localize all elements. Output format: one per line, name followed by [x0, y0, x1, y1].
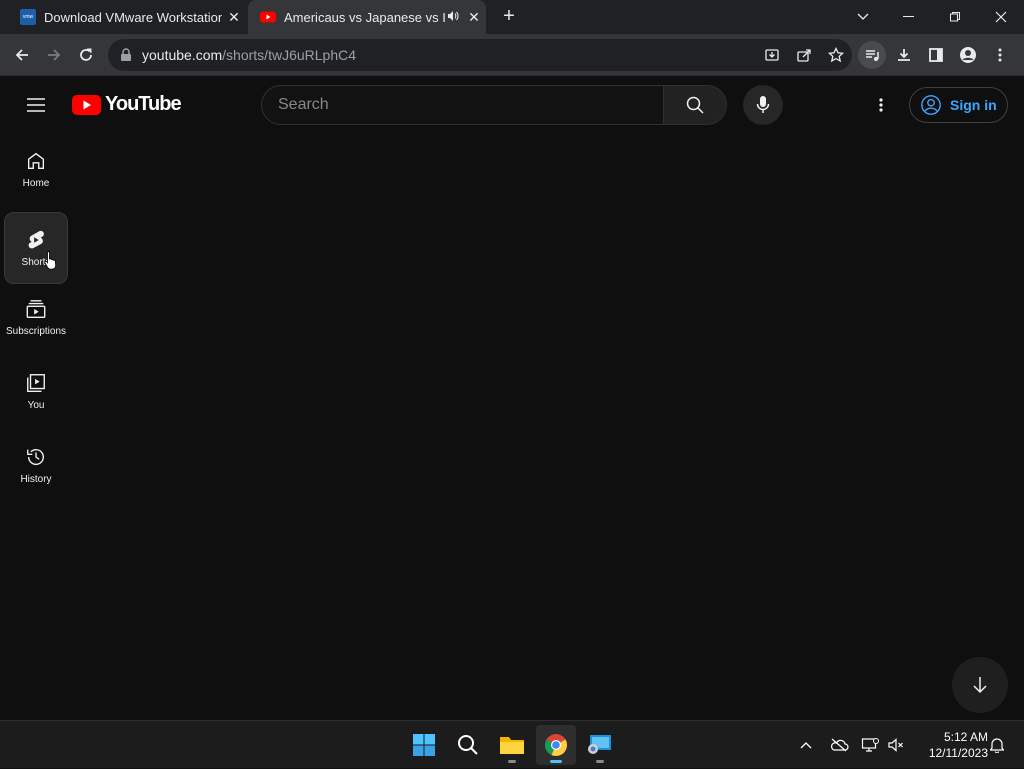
next-short-button[interactable] [952, 657, 1008, 713]
guide-item-subscriptions[interactable]: Subscriptions [4, 281, 68, 353]
guide-label: Subscriptions [5, 325, 67, 337]
chevron-up-icon [800, 742, 812, 749]
close-tab-icon[interactable]: ✕ [462, 9, 486, 26]
remote-desktop-button[interactable] [580, 725, 620, 765]
network-icon[interactable] [858, 721, 882, 769]
chrome-icon [545, 734, 567, 756]
arrow-down-icon [973, 677, 987, 694]
reload-icon[interactable] [72, 41, 100, 69]
minimize-icon[interactable] [886, 0, 932, 34]
side-panel-icon[interactable] [922, 41, 950, 69]
sign-in-button[interactable]: Sign in [909, 87, 1008, 123]
search-icon [458, 735, 478, 755]
lock-icon[interactable] [120, 48, 132, 62]
home-icon [27, 152, 45, 169]
menu-kebab-icon[interactable] [986, 41, 1014, 69]
mouse-pointer-icon [44, 250, 58, 275]
close-tab-icon[interactable]: ✕ [222, 9, 246, 26]
show-hidden-icons[interactable] [794, 721, 818, 769]
onedrive-icon[interactable] [826, 721, 852, 769]
remote-desktop-icon [588, 735, 611, 754]
new-tab-button[interactable]: + [498, 6, 520, 28]
clock-time: 5:12 AM [943, 730, 988, 744]
vmware-icon: vmw [20, 9, 36, 25]
url-text: youtube.com/shorts/twJ6uRLphC4 [142, 47, 356, 63]
youtube-icon [260, 9, 276, 25]
downloads-icon[interactable] [890, 41, 918, 69]
taskbar-clock[interactable]: 5:12 AM 12/11/2023 [912, 729, 988, 761]
running-indicator [550, 760, 562, 763]
start-button[interactable] [404, 725, 444, 765]
tab-title: Download VMware Workstation [44, 9, 222, 25]
microphone-icon [756, 96, 770, 113]
search-icon [686, 96, 704, 114]
running-indicator [508, 760, 516, 763]
restore-icon[interactable] [932, 0, 978, 34]
speaker-icon[interactable] [446, 9, 462, 26]
guide-label: You [27, 399, 45, 411]
windows-logo-icon [413, 734, 435, 756]
profile-icon[interactable] [954, 41, 982, 69]
media-control-icon[interactable] [858, 41, 886, 69]
address-bar[interactable]: youtube.com/shorts/twJ6uRLphC4 [108, 39, 852, 71]
settings-kebab-icon[interactable] [869, 93, 893, 117]
youtube-header: YouTube Sign in [0, 77, 1024, 133]
tab-vmware[interactable]: vmw Download VMware Workstation ✕ [8, 0, 246, 34]
search-button[interactable] [663, 85, 727, 125]
taskbar-search-button[interactable] [448, 725, 488, 765]
volume-muted-icon[interactable] [884, 721, 908, 769]
youtube-logo[interactable]: YouTube [72, 93, 182, 116]
guide-item-shorts[interactable]: Shorts [4, 212, 68, 284]
back-icon[interactable] [8, 41, 36, 69]
guide-label: History [20, 473, 52, 485]
running-indicator [596, 760, 604, 763]
search-box [261, 85, 664, 125]
tab-search-icon[interactable] [840, 0, 886, 34]
install-app-icon[interactable] [756, 39, 788, 71]
forward-icon[interactable] [40, 41, 68, 69]
guide-label: Home [22, 177, 50, 189]
folder-icon [500, 737, 524, 754]
sign-in-label: Sign in [950, 97, 997, 113]
history-icon [27, 448, 44, 465]
tab-title: Americaus vs Japanese vs Indi [284, 9, 446, 25]
url-path: /shorts/twJ6uRLphC4 [222, 47, 357, 63]
guide-item-home[interactable]: Home [4, 133, 68, 205]
youtube-play-icon [72, 94, 101, 115]
search-input[interactable] [262, 96, 663, 114]
browser-toolbar: youtube.com/shorts/twJ6uRLphC4 [0, 34, 1024, 76]
you-icon [27, 373, 45, 392]
url-host: youtube.com [142, 47, 223, 63]
file-explorer-button[interactable] [492, 725, 532, 765]
tab-youtube[interactable]: Americaus vs Japanese vs Indi ✕ [248, 0, 486, 34]
browser-tabstrip: vmw Download VMware Workstation ✕ Americ… [0, 0, 1024, 34]
notification-bell-icon[interactable] [986, 721, 1008, 769]
guide-item-history[interactable]: History [4, 429, 68, 501]
voice-search-button[interactable] [743, 85, 783, 125]
guide-item-you[interactable]: You [4, 355, 68, 427]
windows-taskbar: 5:12 AM 12/11/2023 [0, 720, 1024, 768]
share-icon[interactable] [788, 39, 820, 71]
bookmark-star-icon[interactable] [820, 39, 852, 71]
close-window-icon[interactable] [978, 0, 1024, 34]
logo-text: YouTube [105, 93, 182, 115]
subscriptions-icon [26, 299, 46, 318]
account-icon [921, 95, 941, 115]
shorts-icon [28, 230, 44, 248]
chrome-button[interactable] [536, 725, 576, 765]
hamburger-menu-icon[interactable] [24, 95, 48, 115]
clock-date: 12/11/2023 [928, 746, 988, 760]
